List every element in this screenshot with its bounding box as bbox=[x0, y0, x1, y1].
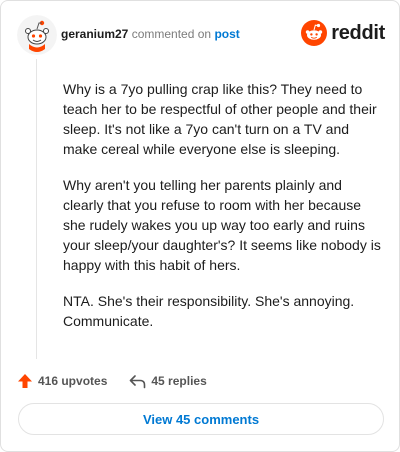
comment-paragraph-3: NTA. She's their responsibility. She's a… bbox=[63, 293, 355, 329]
comment-header: geranium27 commented on post reddit bbox=[17, 15, 385, 55]
comment-paragraph-2: Why aren't you telling her parents plain… bbox=[63, 177, 381, 273]
view-comments-button[interactable]: View 45 comments bbox=[18, 403, 384, 435]
action-text: commented on bbox=[131, 27, 212, 41]
comment-paragraph-1: Why is a 7yo pulling crap like this? The… bbox=[63, 81, 377, 157]
post-link[interactable]: post bbox=[214, 27, 239, 41]
snoo-avatar-icon[interactable] bbox=[17, 15, 57, 55]
comment-body: Why is a 7yo pulling crap like this? The… bbox=[63, 79, 381, 347]
upvote-stat[interactable]: 416 upvotes bbox=[17, 373, 107, 389]
reddit-wordmark: reddit bbox=[331, 21, 385, 44]
reddit-logo[interactable]: reddit bbox=[301, 19, 385, 47]
comment-card: geranium27 commented on post reddit Why … bbox=[0, 0, 400, 452]
reddit-logo-icon bbox=[301, 20, 328, 46]
reply-icon[interactable] bbox=[129, 374, 146, 389]
comment-meta: geranium27 commented on post bbox=[61, 27, 240, 41]
comment-footer: 416 upvotes 45 replies bbox=[17, 371, 385, 391]
reply-count: 45 replies bbox=[151, 374, 207, 388]
upvote-count: 416 upvotes bbox=[38, 374, 108, 388]
upvote-arrow-icon[interactable] bbox=[17, 373, 33, 389]
thread-line bbox=[36, 59, 37, 359]
username[interactable]: geranium27 bbox=[61, 27, 128, 41]
reply-stat[interactable]: 45 replies bbox=[129, 374, 207, 389]
